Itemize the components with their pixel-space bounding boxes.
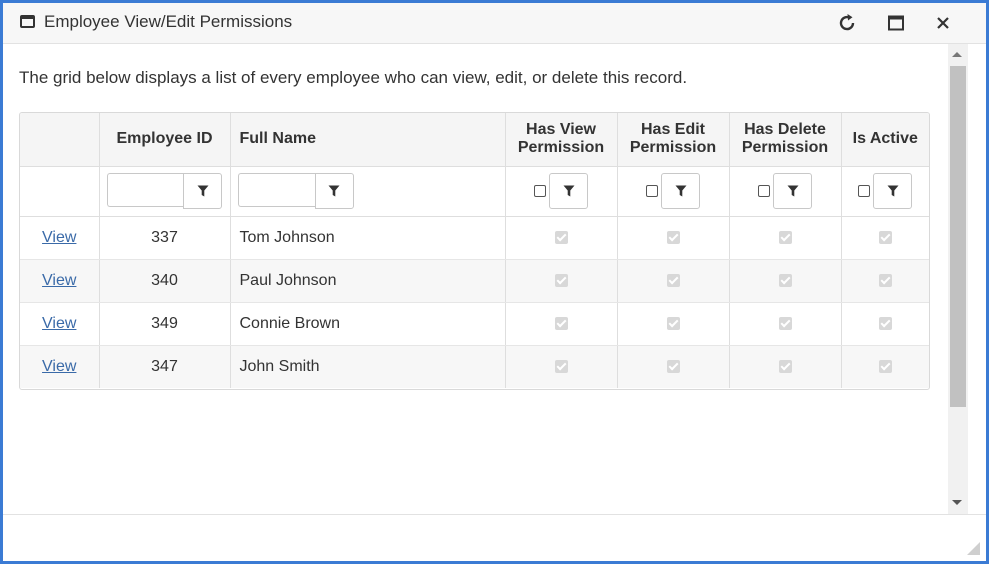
- is-active-checkbox: [878, 230, 892, 244]
- title-bar: Employee View/Edit Permissions: [3, 3, 986, 44]
- refresh-icon: [839, 14, 855, 31]
- has-view-checkbox: [554, 360, 568, 374]
- resize-grip-icon[interactable]: [967, 542, 980, 555]
- has-edit-filter-button[interactable]: [661, 173, 700, 209]
- permissions-grid: Employee ID Full Name Has View Permission…: [19, 112, 930, 390]
- is-active-checkbox: [878, 273, 892, 287]
- filter-row: [20, 166, 929, 217]
- close-button[interactable]: [930, 10, 956, 36]
- has-view-filter-button[interactable]: [549, 173, 588, 209]
- employee-id-filter-button[interactable]: [183, 173, 222, 209]
- full-name-cell: John Smith: [230, 345, 506, 388]
- column-header-employee-id[interactable]: Employee ID: [99, 113, 231, 167]
- filter-icon: [887, 185, 899, 197]
- dialog-content: The grid below displays a list of every …: [3, 44, 948, 514]
- filter-icon: [787, 185, 798, 197]
- maximize-button[interactable]: [883, 10, 909, 36]
- full-name-cell: Paul Johnson: [230, 259, 506, 303]
- table-row: View 337 Tom Johnson: [20, 216, 929, 260]
- view-link[interactable]: View: [42, 272, 76, 289]
- employee-id-cell: 340: [99, 259, 231, 303]
- has-view-checkbox: [554, 316, 568, 330]
- grid-description: The grid below displays a list of every …: [19, 68, 688, 87]
- has-delete-checkbox: [778, 273, 792, 287]
- view-link[interactable]: View: [42, 315, 76, 332]
- has-edit-checkbox: [666, 273, 680, 287]
- has-view-filter-checkbox[interactable]: [534, 185, 546, 197]
- maximize-icon: [888, 15, 904, 31]
- dialog-footer: [3, 514, 986, 561]
- table-row: View 347 John Smith: [20, 345, 929, 388]
- permissions-dialog: Employee View/Edit Permissions The grid …: [3, 3, 986, 561]
- view-link[interactable]: View: [42, 229, 76, 246]
- column-header-has-view-permission[interactable]: Has View Permission: [505, 113, 618, 167]
- has-view-checkbox: [554, 273, 568, 287]
- dialog-title: Employee View/Edit Permissions: [44, 12, 293, 31]
- column-header-actions: [20, 113, 100, 167]
- table-row: View 340 Paul Johnson: [20, 259, 929, 303]
- filter-icon: [328, 185, 340, 197]
- full-name-filter-button[interactable]: [314, 173, 354, 209]
- has-delete-filter-checkbox[interactable]: [758, 185, 770, 197]
- has-delete-checkbox: [778, 230, 792, 244]
- full-name-filter-input[interactable]: [237, 173, 315, 207]
- employee-id-cell: 349: [99, 302, 231, 346]
- has-delete-checkbox: [778, 316, 792, 330]
- scroll-up-arrow-icon[interactable]: [952, 52, 962, 57]
- has-view-checkbox: [554, 230, 568, 244]
- filter-icon: [675, 185, 686, 197]
- has-delete-filter-button[interactable]: [773, 173, 812, 209]
- employee-id-cell: 347: [99, 345, 231, 388]
- employee-id-filter-input[interactable]: [107, 173, 183, 207]
- filter-icon: [197, 185, 208, 197]
- column-header-has-edit-permission[interactable]: Has Edit Permission: [617, 113, 730, 167]
- is-active-filter-button[interactable]: [873, 173, 913, 209]
- column-header-is-active[interactable]: Is Active: [841, 113, 929, 167]
- view-link[interactable]: View: [42, 358, 76, 375]
- refresh-button[interactable]: [834, 10, 860, 36]
- vertical-scrollbar[interactable]: [948, 44, 968, 514]
- filter-icon: [563, 185, 574, 197]
- scroll-down-arrow-icon[interactable]: [952, 500, 962, 505]
- has-edit-checkbox: [666, 230, 680, 244]
- table-row: View 349 Connie Brown: [20, 302, 929, 346]
- has-edit-checkbox: [666, 316, 680, 330]
- full-name-cell: Tom Johnson: [230, 216, 506, 260]
- is-active-filter-checkbox[interactable]: [858, 185, 871, 197]
- close-icon: [937, 17, 949, 29]
- column-header-full-name[interactable]: Full Name: [230, 113, 506, 167]
- window-icon: [20, 15, 35, 28]
- column-header-has-delete-permission[interactable]: Has Delete Permission: [729, 113, 842, 167]
- employee-id-cell: 337: [99, 216, 231, 260]
- has-edit-filter-checkbox[interactable]: [646, 185, 658, 197]
- has-delete-checkbox: [778, 360, 792, 374]
- is-active-checkbox: [878, 316, 892, 330]
- has-edit-checkbox: [666, 360, 680, 374]
- full-name-cell: Connie Brown: [230, 302, 506, 346]
- is-active-checkbox: [878, 360, 892, 374]
- scrollbar-thumb[interactable]: [950, 66, 966, 407]
